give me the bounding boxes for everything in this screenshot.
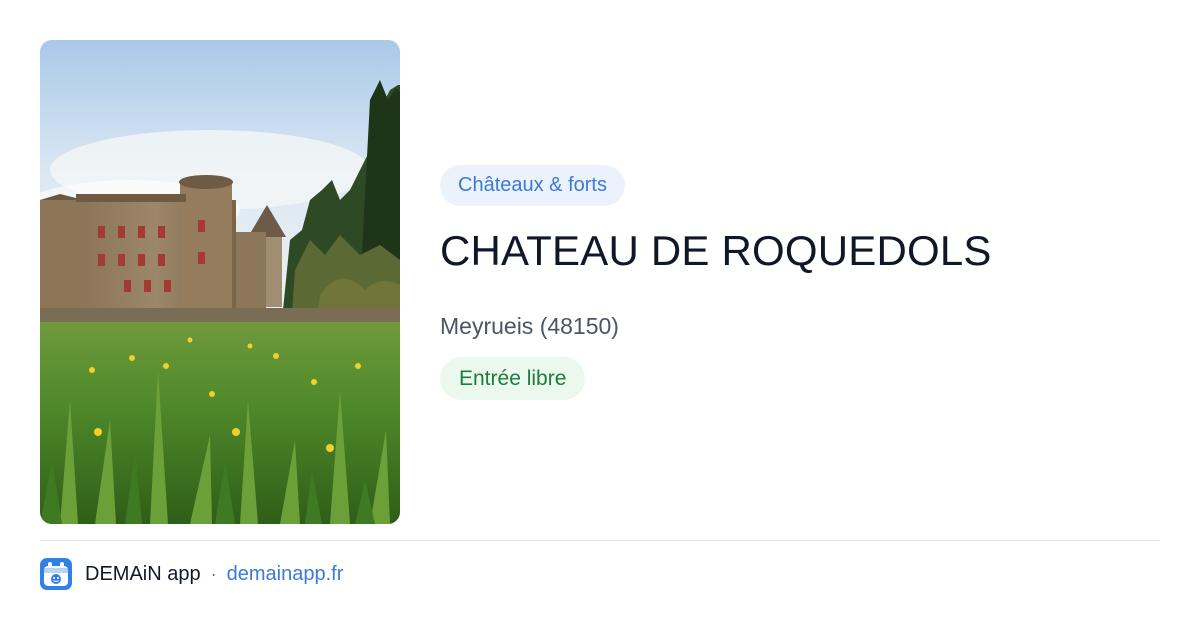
chateau-photo-illustration [40,40,400,524]
app-url-link[interactable]: demainapp.fr [227,563,344,586]
demain-app-icon[interactable] [40,558,72,590]
footer-separator: · [210,563,217,584]
place-title: CHATEAU DE ROQUEDOLS [440,227,992,274]
place-location: Meyrueis (48150) [440,313,619,339]
access-badge: Entrée libre [440,357,586,400]
footer-divider [40,540,1160,541]
category-badge[interactable]: Châteaux & forts [440,165,625,206]
app-name: DEMAiN app [85,562,201,585]
chateau-photo [40,40,400,524]
footer: DEMAiN app · demainapp.fr [40,558,343,590]
